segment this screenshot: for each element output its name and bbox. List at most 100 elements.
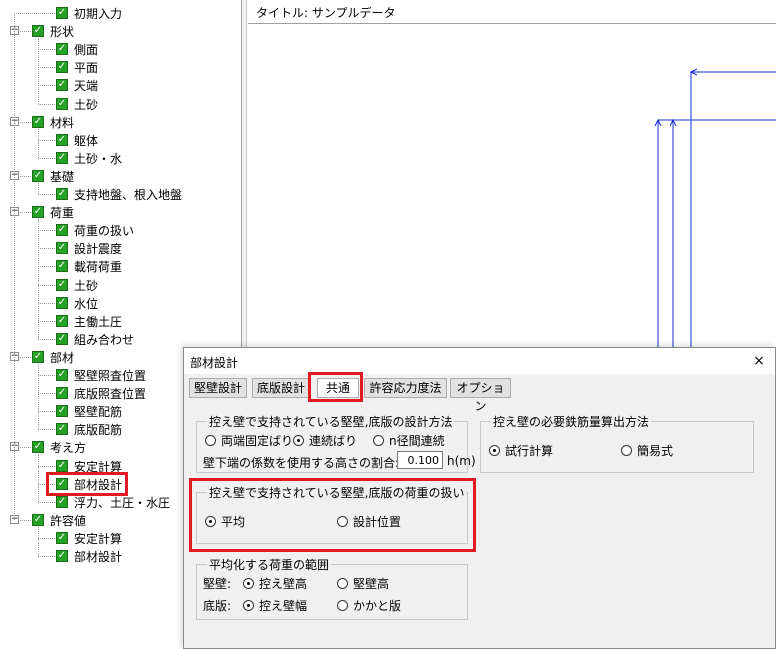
tree-connector	[38, 556, 55, 557]
checkbox-checked-icon[interactable]: ✓	[56, 242, 68, 254]
tree-item[interactable]: ✓ 底版配筋	[56, 420, 122, 438]
checkbox-checked-icon[interactable]: ✓	[56, 315, 68, 327]
tree-connector	[20, 357, 31, 358]
averaging-range-legend: 平均化する荷重の範囲	[207, 556, 332, 573]
tree-item[interactable]: ✓ 材料	[32, 113, 74, 131]
wall-range-label: 堅壁:	[203, 577, 232, 591]
radio-simple-formula[interactable]: 簡易式	[621, 442, 673, 459]
tree-item[interactable]: ✓ 堅壁照査位置	[56, 366, 146, 384]
radio-buttress-width[interactable]: 控え壁幅	[243, 597, 307, 614]
checkbox-checked-icon[interactable]: ✓	[56, 43, 68, 55]
tree-item[interactable]: ✓ 許容値	[32, 511, 86, 529]
checkbox-checked-icon[interactable]: ✓	[56, 134, 68, 146]
tab-base-design[interactable]: 底版設計	[252, 378, 310, 398]
radio-fixed-beam[interactable]: 両端固定ばり	[205, 432, 293, 449]
checkbox-checked-icon[interactable]: ✓	[56, 460, 68, 472]
tree-item[interactable]: ✓ 部材設計	[56, 547, 122, 565]
tree-item-label: 浮力、土圧・水圧	[74, 495, 171, 510]
tree-item-label: 底版照査位置	[74, 386, 147, 401]
tree-connector	[38, 248, 55, 249]
checkbox-checked-icon[interactable]: ✓	[56, 369, 68, 381]
tree-connector	[38, 538, 55, 539]
tree-item-label: 土砂	[74, 97, 99, 112]
radio-buttress-height-label: 控え壁高	[259, 577, 308, 591]
tab-allowable-stress[interactable]: 許容応力度法	[364, 378, 447, 398]
averaging-range-group: 平均化する荷重の範囲 堅壁: 控え壁高 堅壁高 底版: 控え壁幅 かかと版	[196, 556, 468, 620]
checkbox-checked-icon[interactable]: ✓	[56, 61, 68, 73]
tree-item[interactable]: ✓ 考え方	[32, 438, 86, 456]
tree-item[interactable]: ✓ 部材	[32, 348, 74, 366]
radio-wall-height[interactable]: 堅壁高	[337, 575, 389, 592]
tree-item[interactable]: ✓ 基礎	[32, 167, 74, 185]
tree-item[interactable]: ✓ 初期入力	[56, 4, 122, 22]
checkbox-checked-icon[interactable]: ✓	[56, 297, 68, 309]
radio-n-span[interactable]: n径間連続	[373, 432, 445, 449]
tree-item[interactable]: ✓ 平面	[56, 58, 98, 76]
tree-item[interactable]: ✓ 荷重の扱い	[56, 221, 134, 239]
radio-heel-slab[interactable]: かかと版	[337, 597, 401, 614]
tree-connector	[20, 212, 31, 213]
checkbox-checked-icon[interactable]: ✓	[56, 7, 68, 19]
dialog-title-bar: 部材設計 ×	[184, 348, 775, 374]
tree-item[interactable]: ✓ 組み合わせ	[56, 330, 134, 348]
checkbox-checked-icon[interactable]: ✓	[56, 532, 68, 544]
tab-options[interactable]: オプション	[450, 378, 511, 413]
checkbox-checked-icon[interactable]: ✓	[56, 405, 68, 417]
tree-item[interactable]: ✓ 躯体	[56, 131, 98, 149]
tree-item[interactable]: ✓ 設計震度	[56, 239, 122, 257]
radio-continuous-beam[interactable]: 連続ばり	[293, 432, 357, 449]
tree-item-label: 堅壁配筋	[74, 404, 123, 419]
checkbox-checked-icon[interactable]: ✓	[32, 441, 44, 453]
checkbox-checked-icon[interactable]: ✓	[32, 116, 44, 128]
tree-item[interactable]: ✓ 堅壁配筋	[56, 402, 122, 420]
tree-item[interactable]: ✓ 荷重	[32, 203, 74, 221]
tree-connector	[14, 13, 15, 520]
checkbox-checked-icon[interactable]: ✓	[56, 496, 68, 508]
checkbox-checked-icon[interactable]: ✓	[32, 514, 44, 526]
checkbox-checked-icon[interactable]: ✓	[56, 98, 68, 110]
checkbox-checked-icon[interactable]: ✓	[56, 260, 68, 272]
tree-item[interactable]: ✓ 土砂	[56, 95, 98, 113]
tab-wall-design[interactable]: 堅壁設計	[189, 378, 247, 398]
tree-connector	[14, 13, 55, 14]
load-handling-highlight	[189, 478, 476, 552]
tree-item[interactable]: ✓ 水位	[56, 294, 98, 312]
checkbox-checked-icon[interactable]: ✓	[56, 188, 68, 200]
radio-trial-calc[interactable]: 試行計算	[489, 442, 553, 459]
tree-item[interactable]: ✓ 形状	[32, 22, 74, 40]
checkbox-checked-icon[interactable]: ✓	[56, 423, 68, 435]
checkbox-checked-icon[interactable]: ✓	[56, 550, 68, 562]
ratio-label: 壁下端の係数を使用する高さの割合:	[203, 456, 400, 470]
tree-connector	[20, 447, 31, 448]
tree-connector	[38, 527, 39, 556]
ratio-input[interactable]	[397, 451, 443, 469]
checkbox-checked-icon[interactable]: ✓	[56, 79, 68, 91]
tree-item[interactable]: ✓ 底版照査位置	[56, 384, 146, 402]
checkbox-checked-icon[interactable]: ✓	[56, 333, 68, 345]
checkbox-checked-icon[interactable]: ✓	[32, 351, 44, 363]
tree-item[interactable]: ✓ 土砂	[56, 276, 98, 294]
tree-item-label: 基礎	[50, 169, 75, 184]
tree-item-label: 載荷荷重	[74, 259, 123, 274]
tree-item[interactable]: ✓ 側面	[56, 40, 98, 58]
tree-item[interactable]: ✓ 主働土圧	[56, 312, 122, 330]
tree-connector	[38, 129, 39, 158]
checkbox-checked-icon[interactable]: ✓	[56, 224, 68, 236]
checkbox-checked-icon[interactable]: ✓	[56, 387, 68, 399]
radio-buttress-height[interactable]: 控え壁高	[243, 575, 307, 592]
tree-connector	[38, 502, 55, 503]
tree-item[interactable]: ✓ 土砂・水	[56, 149, 122, 167]
checkbox-checked-icon[interactable]: ✓	[32, 25, 44, 37]
tree-item[interactable]: ✓ 天端	[56, 76, 98, 94]
tree-item[interactable]: ✓ 安定計算	[56, 529, 122, 547]
tree-item-label: 初期入力	[74, 6, 123, 21]
checkbox-checked-icon[interactable]: ✓	[32, 206, 44, 218]
tree-item[interactable]: ✓ 載荷荷重	[56, 257, 122, 275]
tree-item-label: 底版配筋	[74, 422, 123, 437]
checkbox-checked-icon[interactable]: ✓	[56, 152, 68, 164]
checkbox-checked-icon[interactable]: ✓	[56, 279, 68, 291]
tree-item[interactable]: ✓ 支持地盤、根入地盤	[56, 185, 182, 203]
close-button[interactable]: ×	[751, 352, 767, 370]
checkbox-checked-icon[interactable]: ✓	[32, 170, 44, 182]
radio-trial-calc-label: 試行計算	[505, 444, 554, 458]
